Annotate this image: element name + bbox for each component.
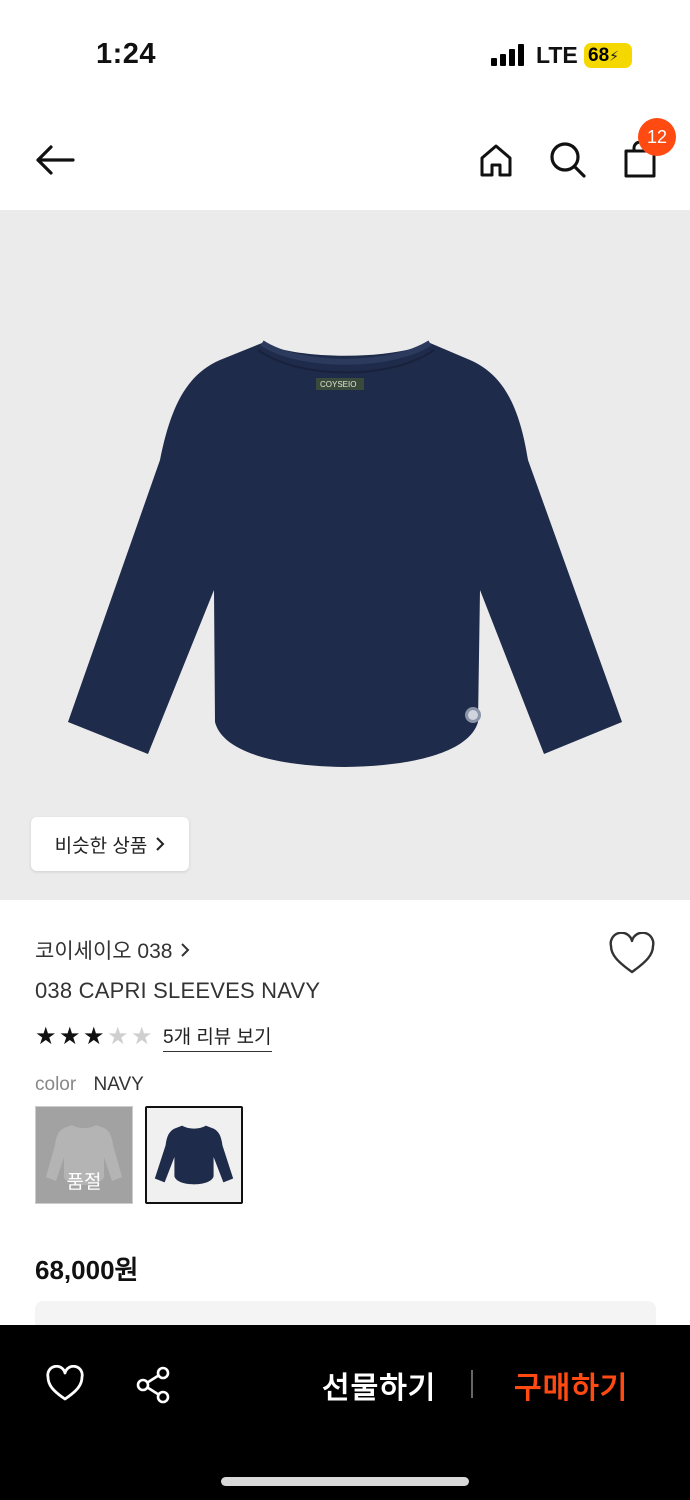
color-label: color	[35, 1074, 77, 1095]
similar-products-button[interactable]: 비슷한 상품	[31, 817, 189, 871]
garment-logo-text: COYSEIO	[320, 380, 356, 389]
navy-longsleeve-shirt-image: COYSEIO	[68, 340, 622, 767]
status-bar: 1:24 LTE 68⚡	[0, 0, 690, 110]
battery-icon: 68⚡	[584, 43, 632, 68]
share-icon	[136, 1366, 170, 1404]
color-option-row: color NAVY	[35, 1074, 144, 1096]
search-icon	[550, 142, 586, 178]
gift-button[interactable]: 선물하기	[322, 1363, 436, 1407]
divider	[471, 1370, 473, 1398]
heart-icon	[609, 931, 655, 974]
buy-button[interactable]: 구매하기	[514, 1363, 628, 1407]
review-link[interactable]: 5개 리뷰 보기	[163, 1022, 272, 1052]
similar-products-label: 비슷한 상품	[54, 835, 148, 857]
chevron-right-icon	[181, 943, 190, 957]
navy-shirt-thumbnail	[154, 1125, 234, 1185]
home-indicator	[221, 1477, 469, 1486]
star-empty-icon: ★	[131, 1023, 153, 1050]
color-value: NAVY	[93, 1074, 144, 1095]
brand-link[interactable]: 코이세이오 038	[35, 935, 190, 965]
status-time: 1:24	[96, 38, 157, 70]
home-icon	[480, 144, 512, 177]
chevron-right-icon	[156, 837, 165, 851]
signal-icon	[491, 44, 525, 66]
back-arrow-icon	[36, 145, 75, 175]
rating-row: ★ ★ ★ ★ ★ 5개 리뷰 보기	[35, 1022, 272, 1052]
product-name: 038 CAPRI SLEEVES NAVY	[35, 978, 321, 1003]
battery-level: 68	[588, 45, 610, 66]
top-nav	[0, 110, 690, 210]
back-button[interactable]	[30, 135, 80, 185]
home-button[interactable]	[471, 135, 521, 185]
share-button[interactable]	[134, 1365, 174, 1405]
star-filled-icon: ★	[59, 1023, 81, 1050]
cart-count-badge: 12	[638, 118, 676, 156]
star-rating: ★ ★ ★ ★ ★	[35, 1025, 155, 1049]
search-button[interactable]	[543, 135, 593, 185]
color-swatch-gray[interactable]: 품절	[35, 1106, 133, 1204]
product-image[interactable]: COYSEIO 비슷한 상품	[0, 210, 690, 900]
star-filled-icon: ★	[35, 1023, 57, 1050]
soldout-label: 품절	[66, 1172, 102, 1193]
brand-name: 코이세이오 038	[35, 940, 173, 963]
star-filled-icon: ★	[83, 1023, 105, 1050]
bottom-action-bar: 선물하기 구매하기	[0, 1325, 690, 1500]
bottom-wishlist-button[interactable]	[45, 1364, 85, 1405]
product-price: 68,000원	[35, 1255, 139, 1285]
network-type: LTE	[536, 42, 578, 68]
color-swatch-navy[interactable]	[145, 1106, 243, 1204]
star-empty-icon: ★	[107, 1023, 129, 1050]
heart-icon	[46, 1364, 84, 1401]
wishlist-button[interactable]	[608, 931, 656, 976]
